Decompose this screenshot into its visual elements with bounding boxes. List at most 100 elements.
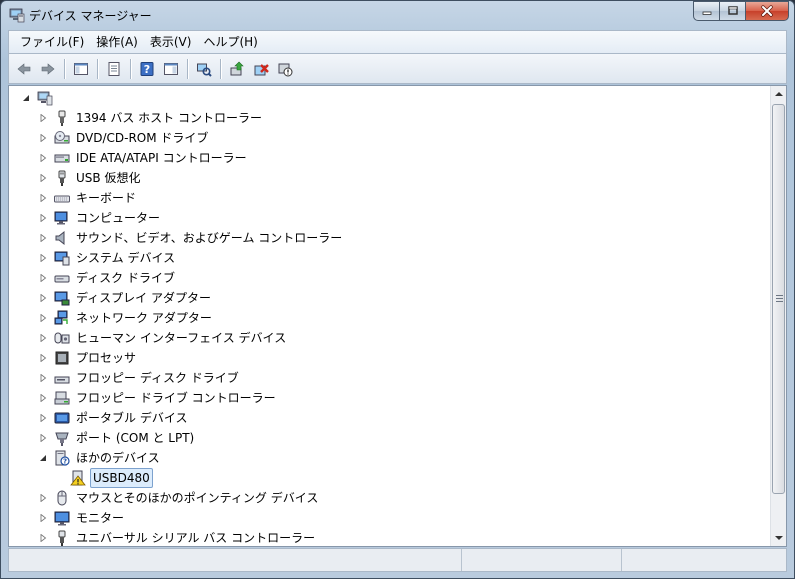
help-icon: ? xyxy=(140,61,154,76)
forward-arrow-button[interactable] xyxy=(37,58,59,80)
menu-view[interactable]: 表示(V) xyxy=(144,31,198,53)
toolbar-separator xyxy=(64,58,65,79)
minimize-button[interactable] xyxy=(693,1,719,21)
scroll-up-button[interactable] xyxy=(771,86,787,102)
toolbar-separator xyxy=(130,58,131,79)
tree-category-2-expander[interactable] xyxy=(38,153,48,163)
scroll-down-button[interactable] xyxy=(771,530,787,546)
collapsed-triangle-icon xyxy=(40,334,47,342)
floppy-drive-icon xyxy=(54,376,70,384)
vertical-scrollbar[interactable] xyxy=(770,86,786,546)
tree-category-8-expander[interactable] xyxy=(38,273,48,283)
tree-category-10[interactable]: ネットワーク アダプター xyxy=(38,308,214,328)
tree-category-19[interactable]: モニター xyxy=(38,508,126,528)
show-hide-console-tree-icon xyxy=(74,62,88,75)
tree-category-1[interactable]: DVD/CD-ROM ドライブ xyxy=(38,128,210,148)
tree-category-15[interactable]: ポータブル デバイス xyxy=(38,408,189,428)
tree-category-11-expander[interactable] xyxy=(38,333,48,343)
processor-icon xyxy=(55,351,69,365)
tree-category-13[interactable]: フロッピー ディスク ドライブ xyxy=(38,368,241,388)
tree-category-9[interactable]: ディスプレイ アダプター xyxy=(38,288,213,308)
tree-category-18[interactable]: マウスとそのほかのポインティング デバイス xyxy=(38,488,320,508)
toolbar: ? xyxy=(8,54,787,84)
back-arrow-button[interactable] xyxy=(13,58,35,80)
tree-root-computer-expander[interactable] xyxy=(21,93,31,103)
show-hide-console-tree-button[interactable] xyxy=(70,58,92,80)
tree-category-17-expander[interactable] xyxy=(38,453,48,463)
tree-category-20-expander[interactable] xyxy=(38,533,48,543)
tree-category-19-expander[interactable] xyxy=(38,513,48,523)
tree-category-12-expander[interactable] xyxy=(38,353,48,363)
collapsed-triangle-icon xyxy=(40,134,47,142)
status-pane-3 xyxy=(622,549,786,571)
close-button[interactable] xyxy=(745,1,789,21)
tree-category-17[interactable]: ? ほかのデバイス xyxy=(38,448,162,468)
tree-category-14-expander[interactable] xyxy=(38,393,48,403)
menu-help[interactable]: ヘルプ(H) xyxy=(197,31,263,53)
tree-category-10-expander[interactable] xyxy=(38,313,48,323)
update-driver-icon xyxy=(230,61,244,75)
tree-category-4-expander[interactable] xyxy=(38,193,48,203)
uninstall-device-icon xyxy=(254,63,269,75)
network-adapter-icon xyxy=(54,310,68,325)
tree-category-7-expander[interactable] xyxy=(38,253,48,263)
tree-category-2[interactable]: IDE ATA/ATAPI コントローラー xyxy=(38,148,249,168)
scrollbar-thumb[interactable] xyxy=(772,104,785,494)
tree-category-20[interactable]: ユニバーサル シリアル バス コントローラー xyxy=(38,528,317,546)
menu-action[interactable]: 操作(A) xyxy=(90,31,144,53)
tree-device-17-0-label: USBD480 xyxy=(90,468,153,488)
tree-category-6-expander[interactable] xyxy=(38,233,48,243)
tree-category-1-expander[interactable] xyxy=(38,133,48,143)
show-action-pane-button[interactable] xyxy=(160,58,182,80)
toolbar-separator xyxy=(187,58,188,79)
computer-root-icon xyxy=(37,91,53,106)
properties-button[interactable] xyxy=(103,58,125,80)
scan-hardware-changes-icon xyxy=(197,63,212,77)
tree-category-7[interactable]: システム デバイス xyxy=(38,248,177,268)
tree-category-2-label: IDE ATA/ATAPI コントローラー xyxy=(76,151,247,165)
tree-category-15-label: ポータブル デバイス xyxy=(76,411,188,425)
tree-category-9-expander[interactable] xyxy=(38,293,48,303)
tree-category-15-expander[interactable] xyxy=(38,413,48,423)
tree-category-11[interactable]: ヒューマン インターフェイス デバイス xyxy=(38,328,288,348)
tree-category-5-expander[interactable] xyxy=(38,213,48,223)
tree-category-18-expander[interactable] xyxy=(38,493,48,503)
tree-root-computer-label xyxy=(57,97,61,99)
toolbar-separator xyxy=(97,58,98,79)
show-action-pane-icon xyxy=(164,62,178,75)
tree-category-1-label: DVD/CD-ROM ドライブ xyxy=(76,131,209,145)
update-driver-button[interactable] xyxy=(226,58,248,80)
menu-file[interactable]: ファイル(F) xyxy=(14,31,90,53)
window-title: デバイス マネージャー xyxy=(29,9,152,23)
tree-category-5[interactable]: コンピューター xyxy=(38,208,162,228)
tree-category-14[interactable]: フロッピー ドライブ コントローラー xyxy=(38,388,278,408)
tree-category-12[interactable]: プロセッサ xyxy=(38,348,138,368)
tree-root-computer[interactable] xyxy=(21,88,61,108)
tree-category-5-label: コンピューター xyxy=(76,211,161,225)
collapsed-triangle-icon xyxy=(40,114,47,122)
tree-device-17-0[interactable]: USBD480 xyxy=(70,468,153,488)
tree-category-4[interactable]: キーボード xyxy=(38,188,138,208)
tree-category-8[interactable]: ディスク ドライブ xyxy=(38,268,177,288)
tree-category-0[interactable]: 1394 バス ホスト コントローラー xyxy=(38,108,264,128)
tree-category-18-label: マウスとそのほかのポインティング デバイス xyxy=(76,491,319,505)
scan-hardware-changes-button[interactable] xyxy=(193,58,215,80)
tree-category-0-expander[interactable] xyxy=(38,113,48,123)
collapsed-triangle-icon xyxy=(40,274,47,282)
help-button[interactable]: ? xyxy=(136,58,158,80)
collapsed-triangle-icon xyxy=(40,494,47,502)
tree-category-16-expander[interactable] xyxy=(38,433,48,443)
maximize-button[interactable] xyxy=(719,1,745,21)
title-bar[interactable]: デバイス マネージャー xyxy=(1,1,794,29)
disable-device-button[interactable] xyxy=(274,58,296,80)
tree-category-6[interactable]: サウンド、ビデオ、およびゲーム コントローラー xyxy=(38,228,344,248)
tree-category-16[interactable]: ポート (COM と LPT) xyxy=(38,428,196,448)
tree-category-13-expander[interactable] xyxy=(38,373,48,383)
svg-text:?: ? xyxy=(63,458,67,466)
tree-category-10-label: ネットワーク アダプター xyxy=(76,311,212,325)
expanded-triangle-icon xyxy=(40,455,46,461)
tree-category-3-expander[interactable] xyxy=(38,173,48,183)
uninstall-device-button[interactable] xyxy=(250,58,272,80)
tree-category-3[interactable]: USB 仮想化 xyxy=(38,168,142,188)
tree-category-6-label: サウンド、ビデオ、およびゲーム コントローラー xyxy=(76,231,343,245)
